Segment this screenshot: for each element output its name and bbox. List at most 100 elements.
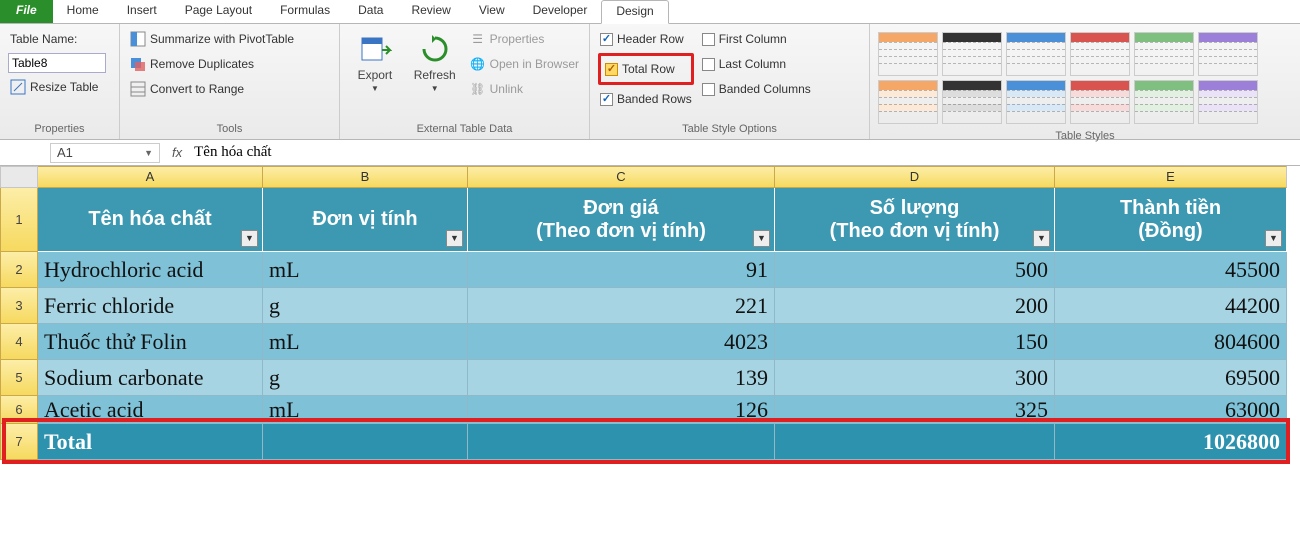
cell[interactable]: 1026800: [1055, 424, 1287, 460]
unlink-button[interactable]: ⛓Unlink: [468, 78, 581, 100]
style-thumb[interactable]: [1006, 80, 1066, 124]
row-header[interactable]: 1: [0, 188, 38, 252]
cell[interactable]: Tên hóa chất▼: [38, 188, 263, 252]
cell[interactable]: 44200: [1055, 288, 1287, 324]
table-name-input[interactable]: [8, 53, 106, 73]
row-header[interactable]: 7: [0, 424, 38, 460]
cell[interactable]: Đơn giá(Theo đơn vị tính)▼: [468, 188, 775, 252]
first-column-checkbox[interactable]: First Column: [700, 28, 813, 50]
export-button[interactable]: Export▼: [348, 28, 402, 93]
style-thumb[interactable]: [942, 80, 1002, 124]
cell[interactable]: Thuốc thử Folin: [38, 324, 263, 360]
cell[interactable]: g: [263, 288, 468, 324]
col-header-C[interactable]: C: [468, 166, 775, 188]
cell[interactable]: Ferric chloride: [38, 288, 263, 324]
cell[interactable]: 804600: [1055, 324, 1287, 360]
cell[interactable]: 150: [775, 324, 1055, 360]
style-thumb[interactable]: [878, 32, 938, 76]
name-box[interactable]: A1▼: [50, 143, 160, 163]
cell[interactable]: 45500: [1055, 252, 1287, 288]
cell[interactable]: mL: [263, 252, 468, 288]
cell[interactable]: 4023: [468, 324, 775, 360]
cell[interactable]: Hydrochloric acid: [38, 252, 263, 288]
cell[interactable]: Số lượng(Theo đơn vị tính)▼: [775, 188, 1055, 252]
convert-range-button[interactable]: Convert to Range: [128, 78, 296, 100]
export-icon: [358, 32, 392, 66]
properties-button[interactable]: ☰Properties: [468, 28, 581, 50]
style-thumb[interactable]: [1006, 32, 1066, 76]
filter-dropdown-icon[interactable]: ▼: [241, 230, 258, 247]
row-header[interactable]: 6: [0, 396, 38, 424]
total-row-highlight: Total Row: [598, 53, 694, 85]
style-thumb[interactable]: [878, 80, 938, 124]
col-header-B[interactable]: B: [263, 166, 468, 188]
tab-view[interactable]: View: [465, 0, 519, 23]
cell[interactable]: Đơn vị tính▼: [263, 188, 468, 252]
checkbox-icon: [702, 83, 715, 96]
row-header[interactable]: 3: [0, 288, 38, 324]
cell[interactable]: mL: [263, 324, 468, 360]
tab-insert[interactable]: Insert: [113, 0, 171, 23]
filter-dropdown-icon[interactable]: ▼: [1033, 230, 1050, 247]
cell[interactable]: 91: [468, 252, 775, 288]
formula-input[interactable]: [190, 142, 1300, 164]
fx-icon[interactable]: fx: [172, 145, 182, 160]
cell[interactable]: 325: [775, 396, 1055, 424]
style-thumb[interactable]: [1134, 80, 1194, 124]
tab-file[interactable]: File: [0, 0, 53, 23]
cell[interactable]: [263, 424, 468, 460]
cell[interactable]: 300: [775, 360, 1055, 396]
refresh-button[interactable]: Refresh▼: [408, 28, 462, 93]
filter-dropdown-icon[interactable]: ▼: [446, 230, 463, 247]
tab-formulas[interactable]: Formulas: [266, 0, 344, 23]
row-header[interactable]: 2: [0, 252, 38, 288]
banded-columns-checkbox[interactable]: Banded Columns: [700, 78, 813, 100]
cell[interactable]: [468, 424, 775, 460]
cell[interactable]: 221: [468, 288, 775, 324]
last-column-checkbox[interactable]: Last Column: [700, 53, 813, 75]
tab-developer[interactable]: Developer: [519, 0, 602, 23]
col-header-E[interactable]: E: [1055, 166, 1287, 188]
cell[interactable]: mL: [263, 396, 468, 424]
tab-home[interactable]: Home: [53, 0, 113, 23]
row-header[interactable]: 4: [0, 324, 38, 360]
summarize-pivot-button[interactable]: Summarize with PivotTable: [128, 28, 296, 50]
total-row-checkbox[interactable]: Total Row: [603, 58, 685, 80]
style-thumb[interactable]: [1198, 80, 1258, 124]
col-header-D[interactable]: D: [775, 166, 1055, 188]
cell[interactable]: 200: [775, 288, 1055, 324]
cell[interactable]: g: [263, 360, 468, 396]
remove-duplicates-button[interactable]: Remove Duplicates: [128, 53, 296, 75]
cell[interactable]: Total: [38, 424, 263, 460]
row-header[interactable]: 5: [0, 360, 38, 396]
style-thumb[interactable]: [1070, 32, 1130, 76]
header-row-checkbox[interactable]: Header Row: [598, 28, 694, 50]
tab-design[interactable]: Design: [601, 0, 668, 24]
cell[interactable]: 63000: [1055, 396, 1287, 424]
cell[interactable]: [775, 424, 1055, 460]
style-thumb[interactable]: [942, 32, 1002, 76]
table-styles-gallery[interactable]: [878, 28, 1278, 128]
cell[interactable]: 139: [468, 360, 775, 396]
cell[interactable]: Thành tiền(Đồng)▼: [1055, 188, 1287, 252]
cell[interactable]: 69500: [1055, 360, 1287, 396]
tab-page-layout[interactable]: Page Layout: [171, 0, 266, 23]
resize-table-icon: [10, 79, 26, 95]
open-browser-button[interactable]: 🌐Open in Browser: [468, 53, 581, 75]
cell[interactable]: 500: [775, 252, 1055, 288]
style-thumb[interactable]: [1134, 32, 1194, 76]
cell[interactable]: Acetic acid: [38, 396, 263, 424]
filter-dropdown-icon[interactable]: ▼: [1265, 230, 1282, 247]
cell[interactable]: Sodium carbonate: [38, 360, 263, 396]
style-thumb[interactable]: [1198, 32, 1258, 76]
tab-data[interactable]: Data: [344, 0, 397, 23]
resize-table-button[interactable]: Resize Table: [8, 76, 106, 98]
cell[interactable]: 126: [468, 396, 775, 424]
col-header-A[interactable]: A: [38, 166, 263, 188]
banded-rows-checkbox[interactable]: Banded Rows: [598, 88, 694, 110]
select-all-corner[interactable]: [0, 166, 38, 188]
ribbon-tabs: File Home Insert Page Layout Formulas Da…: [0, 0, 1300, 24]
style-thumb[interactable]: [1070, 80, 1130, 124]
tab-review[interactable]: Review: [397, 0, 464, 23]
filter-dropdown-icon[interactable]: ▼: [753, 230, 770, 247]
